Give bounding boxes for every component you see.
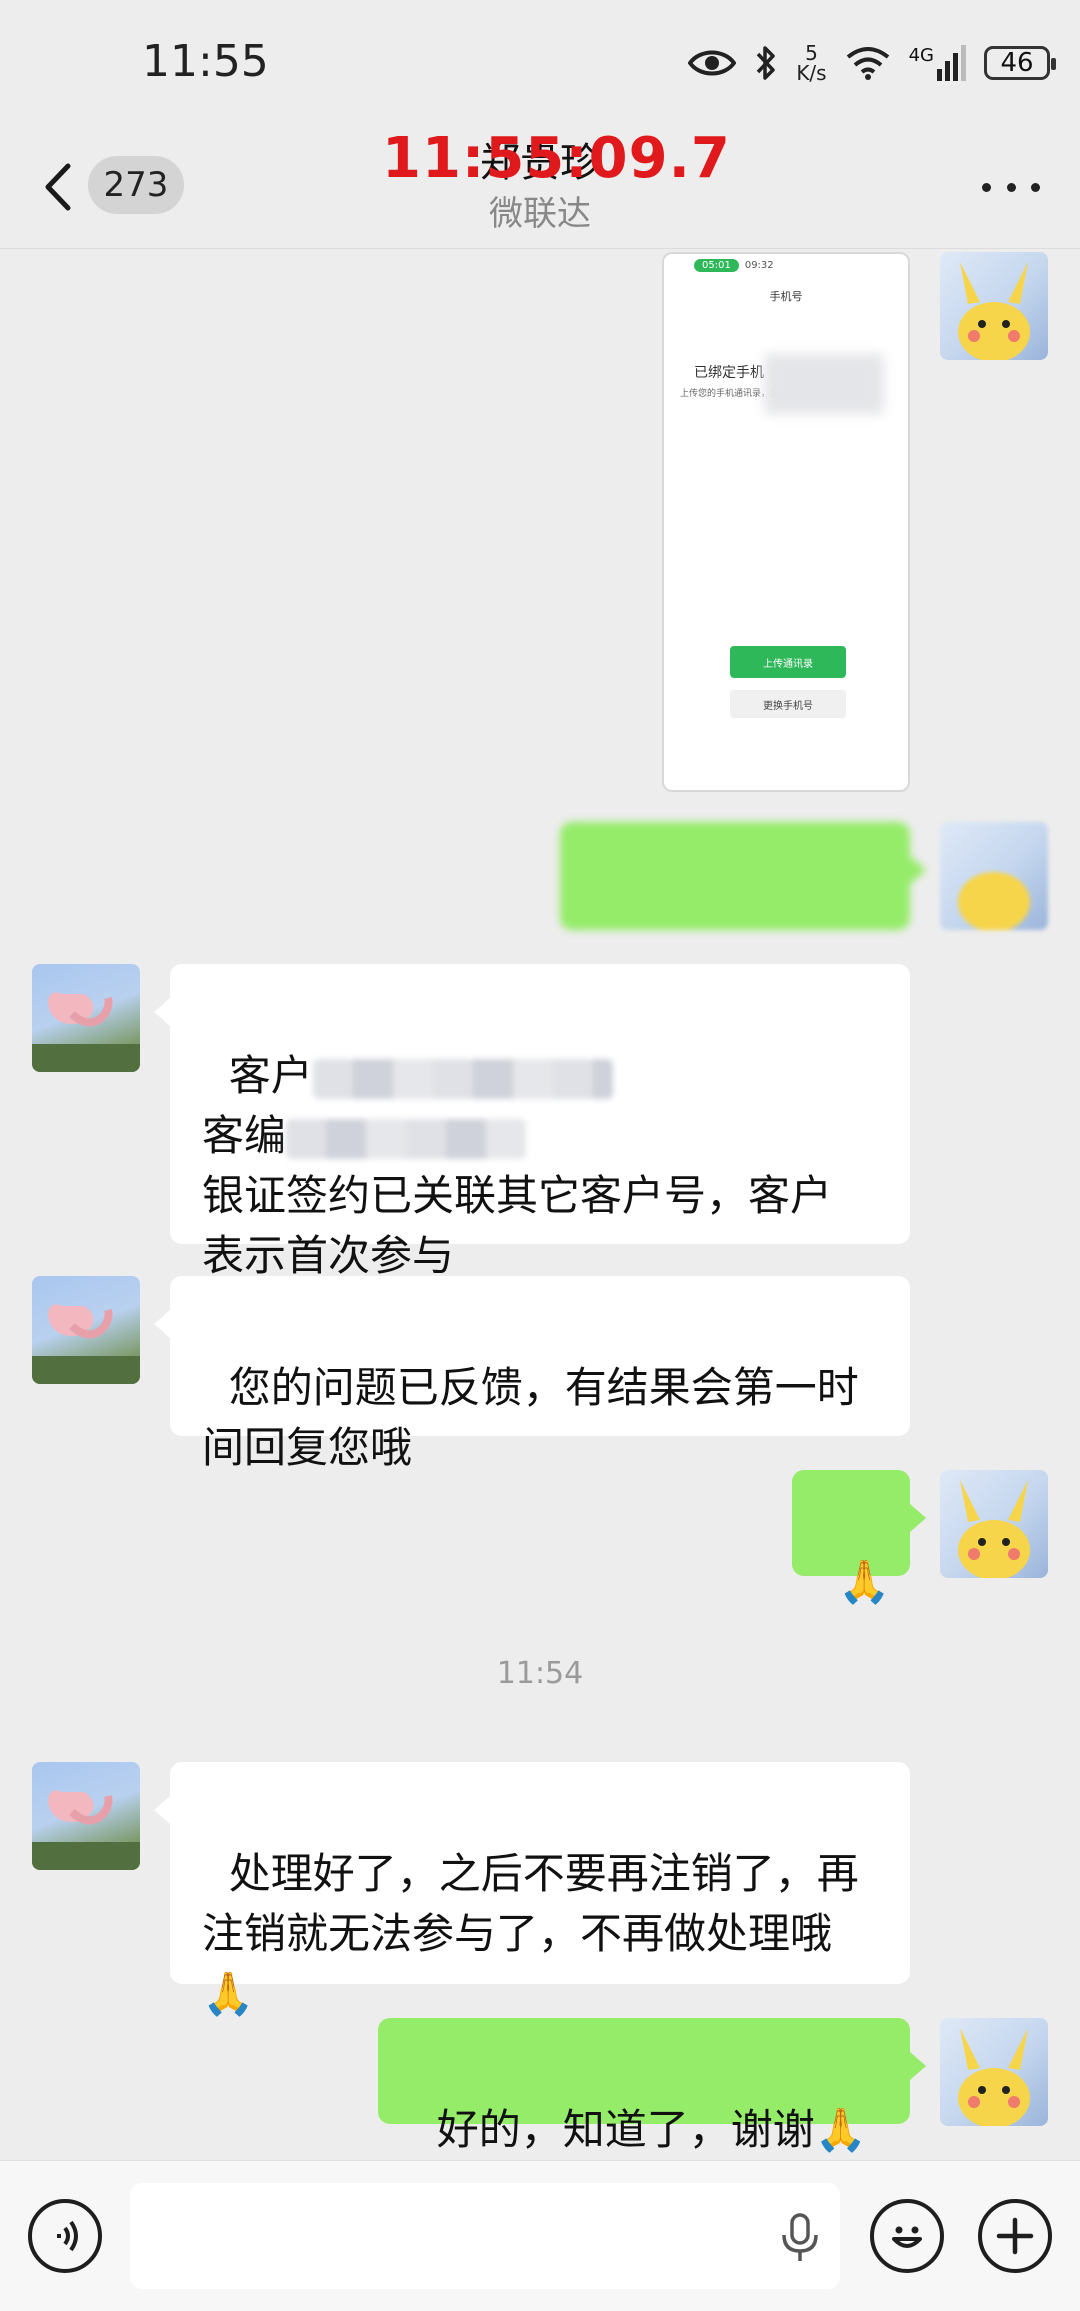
status-time: 11:55 (142, 36, 269, 87)
voice-toggle-icon[interactable] (28, 2199, 102, 2273)
message-text: 好的，知道了，谢谢🙏 (436, 2105, 867, 2154)
input-bar (0, 2160, 1080, 2311)
emoji-icon[interactable] (870, 2199, 944, 2273)
message-text: 您的问题已反馈，有结果会第一时 间回复您哦 (202, 1363, 859, 1472)
image-nav-title: 手机号 (769, 290, 803, 303)
more-options-icon[interactable] (982, 180, 1040, 194)
customer-line-prefix: 客户 (228, 1051, 313, 1100)
message-text: 银证签约已关联其它客户号，客户 表示首次参与 (202, 1171, 833, 1280)
blurred-customer-id (286, 1118, 527, 1159)
avatar-self[interactable] (940, 1470, 1048, 1578)
eye-icon (688, 50, 737, 76)
battery-indicator: 46 (984, 46, 1056, 80)
message-text: 处理好了，之后不要再注销了，再 注销就无法参与了，不再做处理哦 🙏 (202, 1849, 859, 2018)
phone-time: 09:32 (744, 259, 774, 271)
blurred-region (764, 354, 884, 414)
message-bubble[interactable]: 好的，知道了，谢谢🙏 (378, 2018, 926, 2154)
blurred-message-bubble[interactable] (560, 822, 926, 1017)
status-icons: 5 K/s 4G 46 (688, 38, 1056, 88)
message-input[interactable] (130, 2183, 840, 2289)
avatar-contact[interactable] (32, 1276, 140, 1384)
call-duration: 05:01 (694, 258, 739, 272)
image-status-bar: 05:01 09:32 (664, 254, 908, 276)
chat-subtitle: 微联达 (489, 194, 591, 234)
pray-emoji: 🙏 (838, 1557, 891, 1606)
network-speed: 5 K/s (796, 41, 827, 85)
avatar-self[interactable] (940, 252, 1048, 360)
plus-icon[interactable] (978, 2199, 1052, 2273)
image-message[interactable]: 05:01 09:32 手机号 已绑定手机 上传您的手机通讯录，注册手机号。 上… (662, 252, 910, 792)
avatar-self[interactable] (940, 2018, 1048, 2126)
message-bubble[interactable]: 处理好了，之后不要再注销了，再 注销就无法参与了，不再做处理哦 🙏 (154, 1762, 910, 2018)
image-bound-label: 已绑定手机 (694, 365, 764, 381)
microphone-icon[interactable] (780, 2213, 820, 2263)
bluetooth-icon (757, 46, 776, 80)
wifi-icon (846, 47, 889, 80)
image-upload-button: 上传通讯录 (730, 646, 846, 678)
avatar-contact[interactable] (32, 1762, 140, 1870)
time-divider: 11:54 (496, 1656, 584, 1691)
message-bubble[interactable]: 您的问题已反馈，有结果会第一时 间回复您哦 (154, 1276, 910, 1472)
emoji-message-bubble[interactable]: 🙏 (792, 1470, 926, 1606)
image-change-button: 更换手机号 (730, 690, 846, 718)
message-bubble[interactable]: 客户 客编 银证签约已关联其它客户号，客户 表示首次参与 (154, 964, 910, 1280)
customer-id-prefix: 客编 (202, 1111, 287, 1160)
overlay-clock: 11:55:09.7 (382, 126, 731, 191)
avatar-self[interactable] (940, 822, 1048, 930)
chat-header: 273 郑贵珍 微联达 11:55:09.7 (0, 126, 1080, 249)
avatar-contact[interactable] (32, 964, 140, 1072)
cellular-signal: 4G (909, 45, 966, 81)
blurred-customer-number (312, 1058, 613, 1099)
status-bar: 11:55 5 K/s 4G 46 (0, 0, 1080, 130)
